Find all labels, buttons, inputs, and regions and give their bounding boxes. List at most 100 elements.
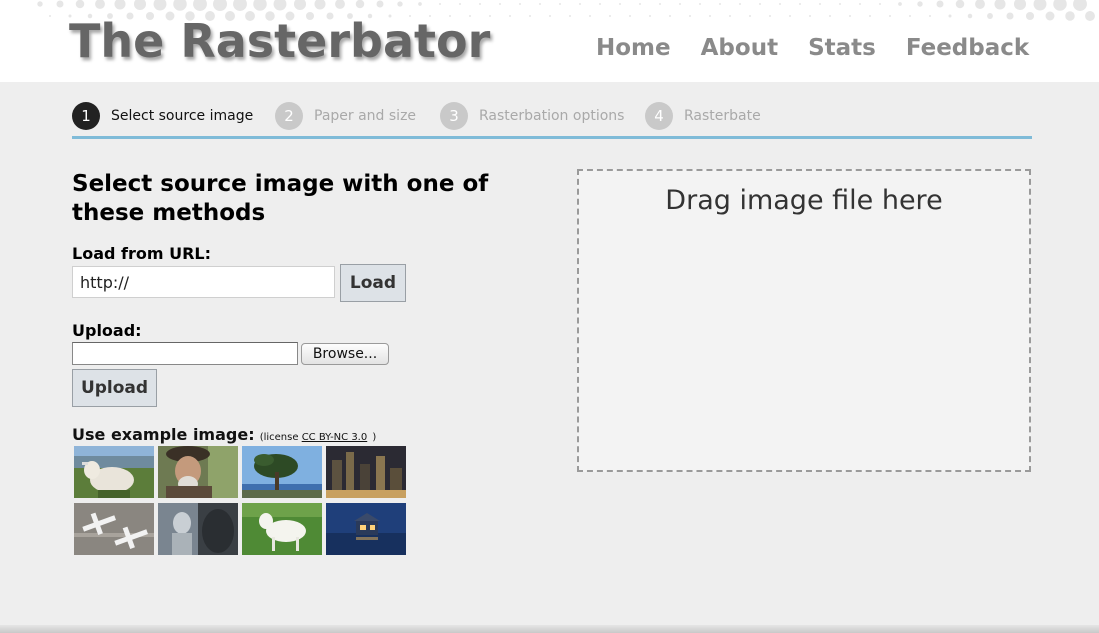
nav-feedback[interactable]: Feedback	[906, 33, 1029, 63]
file-path-field[interactable]	[72, 342, 298, 365]
url-input[interactable]	[72, 266, 335, 298]
decorative-dot	[948, 14, 952, 18]
nav-stats[interactable]: Stats	[808, 33, 876, 63]
example-image-cow[interactable]	[74, 446, 154, 498]
decorative-dot	[987, 13, 993, 19]
example-label: Use example image:	[72, 425, 255, 444]
step-paper-size[interactable]: 2 Paper and size	[275, 102, 416, 130]
decorative-dot	[499, 3, 501, 5]
decorative-dot	[789, 15, 791, 17]
statue-image	[158, 503, 238, 555]
step-rasterbation-options[interactable]: 3 Rasterbation options	[440, 102, 624, 130]
decorative-dot	[589, 15, 591, 17]
example-image-old-man[interactable]	[158, 446, 238, 498]
decorative-dot	[459, 3, 461, 5]
decorative-dot	[418, 2, 422, 6]
airplanes-image	[74, 503, 154, 555]
load-button[interactable]: Load	[340, 264, 406, 302]
site-header: The Rasterbator Home About Stats Feedbac…	[0, 0, 1099, 82]
decorative-dot	[1033, 0, 1047, 11]
decorative-dot	[679, 3, 681, 5]
decorative-dot	[769, 15, 771, 17]
decorative-dot	[549, 15, 551, 17]
decorative-dot	[56, 0, 64, 8]
decorative-dot	[994, 0, 1006, 10]
decorative-dot	[878, 2, 882, 6]
decorative-dot	[114, 0, 126, 10]
decorative-dot	[49, 15, 51, 17]
decorative-dot	[233, 0, 247, 11]
example-image-city[interactable]	[326, 446, 406, 498]
decorative-dot	[1073, 0, 1087, 11]
decorative-dot	[253, 0, 267, 11]
decorative-dot	[1013, 0, 1027, 11]
decorative-dot	[869, 15, 871, 17]
decorative-dot	[1006, 12, 1014, 20]
decorative-dot	[859, 3, 861, 5]
decorative-dot	[335, 0, 345, 9]
decorative-dot	[739, 3, 741, 5]
decorative-dot	[898, 2, 902, 6]
site-logo[interactable]: The Rasterbator	[69, 14, 490, 68]
decorative-dot	[839, 3, 841, 5]
example-image-tree[interactable]	[242, 446, 322, 498]
image-drop-zone[interactable]: Drag image file here	[577, 169, 1031, 472]
decorative-dot	[699, 3, 701, 5]
decorative-dot	[1025, 11, 1035, 21]
decorative-dot	[936, 0, 944, 8]
step-number: 4	[645, 102, 673, 130]
decorative-dot	[829, 15, 831, 17]
decorative-dot	[909, 15, 911, 17]
decorative-dot	[529, 15, 531, 17]
nav-about[interactable]: About	[701, 33, 778, 63]
decorative-dot	[173, 0, 187, 11]
decorative-dot	[659, 3, 661, 5]
decorative-dot	[559, 3, 561, 5]
decorative-dot	[599, 3, 601, 5]
decorative-dot	[479, 3, 481, 5]
decorative-dot	[355, 0, 365, 9]
step-number: 1	[72, 102, 100, 130]
decorative-dot	[75, 0, 85, 9]
decorative-dot	[975, 0, 985, 9]
decorative-dot	[133, 0, 147, 11]
example-label-row: Use example image: (license CC BY-NC 3.0…	[72, 425, 376, 444]
decorative-dot	[314, 0, 326, 10]
decorative-dot	[37, 1, 43, 7]
step-label: Rasterbation options	[479, 108, 625, 124]
decorative-dot	[519, 3, 521, 5]
main-nav: Home About Stats Feedback	[596, 33, 1059, 63]
example-image-house-dusk[interactable]	[326, 503, 406, 555]
decorative-dot	[729, 15, 731, 17]
step-select-source[interactable]: 1 Select source image	[72, 102, 253, 130]
step-rasterbate[interactable]: 4 Rasterbate	[645, 102, 761, 130]
drop-zone-text: Drag image file here	[665, 185, 943, 216]
license-link[interactable]: CC BY-NC 3.0	[302, 432, 368, 443]
decorative-dot	[719, 3, 721, 5]
decorative-dot	[213, 0, 227, 11]
decorative-dot	[439, 3, 441, 5]
example-image-airplanes[interactable]	[74, 503, 154, 555]
decorative-dot	[709, 15, 711, 17]
example-image-goat[interactable]	[242, 503, 322, 555]
decorative-dot	[799, 3, 801, 5]
upload-button[interactable]: Upload	[72, 369, 157, 407]
license-suffix: )	[372, 432, 377, 443]
footer-divider	[0, 625, 1099, 633]
decorative-dot	[95, 0, 105, 9]
decorative-dot	[397, 1, 403, 7]
example-image-statue[interactable]	[158, 503, 238, 555]
decorative-dot	[849, 15, 851, 17]
tree-image	[242, 446, 322, 498]
nav-home[interactable]: Home	[596, 33, 671, 63]
decorative-dot	[889, 15, 891, 17]
decorative-dot	[955, 0, 965, 9]
decorative-dot	[619, 3, 621, 5]
decorative-dot	[569, 15, 571, 17]
browse-button[interactable]: Browse...	[301, 343, 389, 365]
decorative-dot	[293, 0, 307, 11]
decorative-dot	[649, 15, 651, 17]
decorative-dot	[689, 15, 691, 17]
old-man-image	[158, 446, 238, 498]
decorative-dot	[809, 15, 811, 17]
